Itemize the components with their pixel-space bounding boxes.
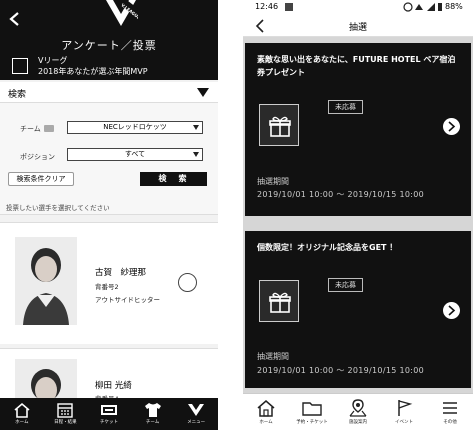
dropdown-arrow-icon	[193, 152, 199, 157]
survey-checkbox[interactable]	[12, 58, 28, 74]
bottom-tab-bar: ホーム 日程・結果 チケット チーム メニュー	[0, 398, 218, 430]
status-badge: 未応募	[328, 278, 363, 292]
tab-facilities[interactable]: 施設案内	[335, 394, 381, 430]
period-value: 2019/10/01 10:00 〜 2019/10/15 10:00	[257, 190, 424, 199]
tab-label: チケット	[99, 420, 118, 425]
period-label: 抽選期間	[257, 352, 289, 361]
gift-thumbnail	[259, 104, 299, 146]
team-select-value: NECレッドロケッツ	[103, 123, 167, 131]
page-title: 抽選	[348, 23, 367, 33]
folder-icon	[302, 402, 322, 416]
page-title: アンケート／投票	[61, 39, 157, 52]
chevron-right-icon	[448, 121, 456, 132]
tab-label: ホーム	[15, 420, 29, 425]
instruction-text: 投票したい選手を選択してください	[6, 204, 110, 212]
tab-menu[interactable]: メニュー	[174, 398, 218, 430]
team-label: チーム	[20, 125, 41, 133]
player-name: 柳田 光綺	[95, 381, 132, 391]
survey-question: 2018年あなたが選ぶ年間MVP	[38, 67, 148, 76]
tab-label: チーム	[145, 420, 160, 425]
bottom-tab-bar: ホーム 予約・チケット 施設案内 イベント その他	[243, 393, 473, 430]
tab-label: メニュー	[187, 420, 206, 425]
clear-filters-button[interactable]: 検索条件クリア	[8, 172, 74, 186]
tab-events[interactable]: イベント	[381, 394, 427, 430]
tab-label: イベント	[395, 420, 413, 425]
back-arrow-icon[interactable]	[8, 12, 22, 26]
search-button[interactable]: 検 索	[140, 172, 207, 186]
search-filters: チーム NECレッドロケッツ ポジション すべて 検索条件クリア 検 索 投票し…	[0, 103, 218, 215]
period-label: 抽選期間	[257, 177, 289, 186]
screenshot-composite: V.LEAGUE アンケート／投票 Vリーグ 2018年あなたが選ぶ年間MVP …	[0, 0, 473, 430]
calendar-icon	[57, 403, 74, 418]
nav-bar: 抽選	[243, 15, 473, 37]
period-value: 2019/10/01 10:00 〜 2019/10/15 10:00	[257, 366, 424, 375]
tab-label: 施設案内	[349, 420, 367, 425]
player-position: アウトサイドヒッター	[95, 296, 160, 304]
player-number: 背番号2	[95, 283, 119, 291]
tab-label: ホーム	[259, 420, 273, 425]
logo-menu-icon	[188, 404, 205, 416]
gift-icon	[269, 116, 291, 137]
battery-level: 88%	[445, 2, 463, 11]
tab-label: 日程・結果	[54, 420, 77, 425]
status-icons	[403, 2, 442, 12]
tag-icon	[44, 125, 54, 132]
player-card[interactable]: 古賀 紗理那 背番号2 アウトサイドヒッター	[0, 222, 218, 344]
ticket-icon	[100, 405, 117, 415]
gift-thumbnail	[259, 280, 299, 322]
survey-info: Vリーグ 2018年あなたが選ぶ年間MVP	[38, 55, 148, 77]
home-icon	[257, 400, 275, 417]
vleague-logo: V.LEAGUE	[106, 0, 138, 26]
card-arrow-button[interactable]	[443, 118, 460, 135]
status-badge: 未応募	[328, 100, 363, 114]
notification-icon	[285, 3, 293, 11]
lottery-title: 個数限定！オリジナル記念品をGET ！	[257, 243, 398, 252]
tab-schedule[interactable]: 日程・結果	[44, 398, 88, 430]
hamburger-icon	[443, 402, 457, 414]
card-arrow-button[interactable]	[443, 302, 460, 319]
gift-icon	[269, 292, 291, 313]
jersey-icon	[144, 403, 161, 417]
status-bar: 12:46 88%	[243, 0, 473, 15]
position-label: ポジション	[20, 153, 55, 161]
team-select[interactable]: NECレッドロケッツ	[67, 121, 203, 134]
clock: 12:46	[255, 2, 279, 11]
tab-more[interactable]: その他	[427, 394, 473, 430]
position-select[interactable]: すべて	[67, 148, 203, 161]
tab-home[interactable]: ホーム	[243, 394, 289, 430]
caret-down-icon	[197, 88, 209, 97]
tab-label: 予約・チケット	[296, 420, 328, 425]
tab-ticket[interactable]: チケット	[87, 398, 131, 430]
league-name: Vリーグ	[38, 56, 68, 65]
map-pin-icon	[349, 399, 367, 417]
lottery-title: 素敵な思い出をあなたに、FUTURE HOTEL ペア宿泊券プレゼント	[257, 55, 456, 77]
lottery-card[interactable]: 素敵な思い出をあなたに、FUTURE HOTEL ペア宿泊券プレゼント 未応募 …	[245, 43, 471, 216]
voting-app-screen: V.LEAGUE アンケート／投票 Vリーグ 2018年あなたが選ぶ年間MVP …	[0, 0, 218, 430]
player-card[interactable]: 柳田 光綺 背番号4	[0, 348, 218, 430]
tab-home[interactable]: ホーム	[0, 398, 44, 430]
flag-icon	[398, 400, 413, 416]
header-bar: V.LEAGUE アンケート／投票 Vリーグ 2018年あなたが選ぶ年間MVP	[0, 0, 218, 80]
tab-label: その他	[443, 420, 457, 425]
chevron-right-icon	[448, 305, 456, 316]
search-section-label: 検索	[8, 90, 27, 100]
vote-radio[interactable]	[178, 273, 197, 292]
player-silhouette-icon	[15, 237, 77, 325]
tab-team[interactable]: チーム	[131, 398, 175, 430]
tab-reservations[interactable]: 予約・チケット	[289, 394, 335, 430]
player-name: 古賀 紗理那	[95, 268, 147, 278]
position-select-value: すべて	[124, 150, 146, 158]
lottery-app-screen: 12:46 88% 抽選 素敵な思い出をあなたに、FUTURE HOTEL ペア…	[243, 0, 473, 430]
dropdown-arrow-icon	[193, 125, 199, 130]
lottery-card[interactable]: 個数限定！オリジナル記念品をGET ！ 未応募 抽選期間 2019/10/01 …	[245, 231, 471, 388]
search-toggle[interactable]: 検索	[0, 82, 218, 103]
home-icon	[14, 402, 30, 418]
player-photo	[15, 237, 77, 325]
